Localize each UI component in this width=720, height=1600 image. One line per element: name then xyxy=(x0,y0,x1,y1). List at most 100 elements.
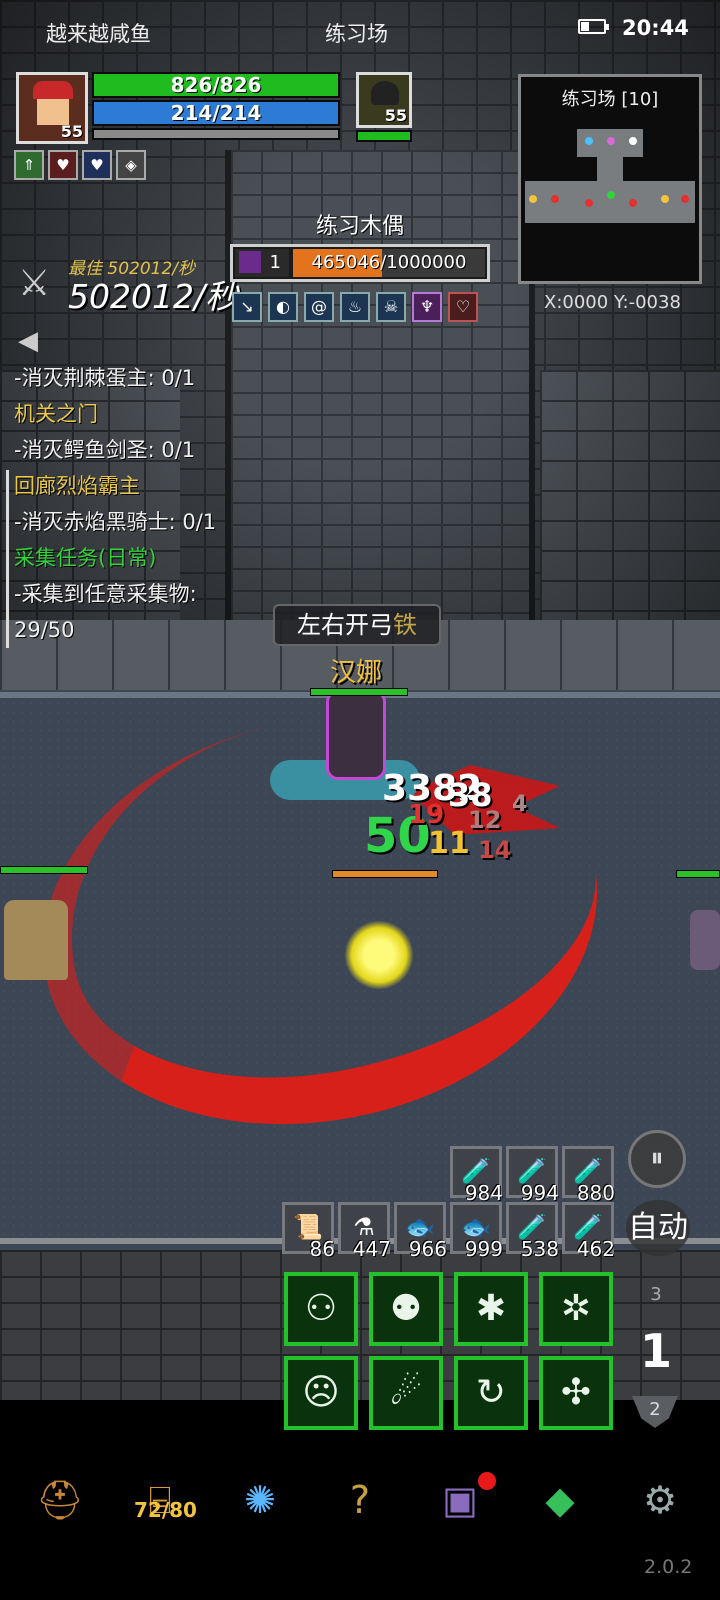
item-slot[interactable]: 🧪 984 xyxy=(450,1146,503,1205)
status-bar: 越来越咸鱼 练习场 20:44 xyxy=(0,0,720,62)
damage-number: 14 xyxy=(478,836,512,864)
swirl-skill-icon: ↻ xyxy=(475,1372,507,1413)
demon-mark-icon[interactable]: ♆ xyxy=(412,292,442,322)
skill-page-up[interactable]: 3 xyxy=(636,1284,676,1305)
item-slot[interactable]: 🧪 538 xyxy=(506,1202,559,1261)
demon-face-skill-button[interactable]: ☹ xyxy=(284,1356,358,1430)
quest-objective[interactable]: -采集到任意采集物: xyxy=(14,576,244,612)
equipment-helmet-icon[interactable]: ⛑ xyxy=(30,1470,90,1530)
minimap[interactable]: 练习场 [10] xyxy=(518,74,702,284)
item-count: 966 xyxy=(408,1237,447,1261)
pet-portrait[interactable]: 55 xyxy=(356,72,412,128)
item-slot[interactable]: 🧪 462 xyxy=(562,1202,615,1261)
skill-page-current: 1 xyxy=(639,1324,672,1378)
collapse-quests-icon[interactable]: ◀ xyxy=(18,326,38,356)
target-hp-bar: 465046/1000000 xyxy=(293,249,485,277)
skill-banner: 左右开弓铁 xyxy=(273,604,441,646)
settings-gear-icon[interactable]: ⚙ xyxy=(630,1470,690,1530)
clock: 20:44 xyxy=(622,16,689,40)
dummy-hp-bar-left xyxy=(0,866,88,874)
player-guild-label: 越来越咸鱼 xyxy=(46,22,151,46)
coordinates: X:0000 Y:-0038 xyxy=(544,292,681,313)
wind-rush-skill-icon: ☄ xyxy=(389,1372,423,1413)
bag-count: 72/80 xyxy=(134,1498,197,1522)
item-count: 538 xyxy=(520,1237,559,1261)
item-slot[interactable]: 🐟 966 xyxy=(394,1202,447,1261)
beetle-skill-button[interactable]: ✱ xyxy=(454,1272,528,1346)
quest-objective[interactable]: -消灭赤焰黑骑士: 0/1 xyxy=(14,504,244,540)
vortex-icon[interactable]: @ xyxy=(304,292,334,322)
quest-help-icon[interactable]: ? xyxy=(330,1470,390,1530)
item-count: 462 xyxy=(576,1237,615,1261)
item-slot[interactable]: 📜 86 xyxy=(282,1202,335,1261)
wing-icon[interactable]: ♡ xyxy=(448,292,478,322)
bug-claw-skill-button[interactable]: ✣ xyxy=(539,1356,613,1430)
flame-icon[interactable]: ♨ xyxy=(340,292,370,322)
wind-rush-skill-button[interactable]: ☄ xyxy=(369,1356,443,1430)
sword-debuff-icon[interactable]: ↘ xyxy=(232,292,262,322)
damage-number: 4 xyxy=(512,792,528,817)
skull-icon[interactable]: ☠ xyxy=(376,292,406,322)
summon-twins-skill-icon: ⚇ xyxy=(304,1288,338,1329)
character-name: 汉娜 xyxy=(330,658,383,688)
item-slot[interactable]: 🐟 999 xyxy=(450,1202,503,1261)
player-level: 55 xyxy=(60,122,83,141)
quest-title[interactable]: 机关之门 xyxy=(14,396,244,432)
heart-up-buff-icon[interactable]: ♥ xyxy=(48,150,78,180)
quest-title[interactable]: 回廊烈焰霸主 xyxy=(14,468,244,504)
quest-tracker[interactable]: -消灭荆棘蛋主: 0/1 机关之门 -消灭鳄鱼剑圣: 0/1 回廊烈焰霸主 -消灭赤焰黑… xyxy=(14,360,244,648)
target-level: 1 xyxy=(235,249,289,277)
diamond-icon[interactable]: ◆ xyxy=(530,1470,590,1530)
quest-objective[interactable]: -消灭荆棘蛋主: 0/1 xyxy=(14,360,244,396)
item-slot[interactable]: 🧪 880 xyxy=(562,1146,615,1205)
battery-icon xyxy=(578,19,609,34)
crab-skill-icon: ⚉ xyxy=(389,1288,423,1329)
skill-page-down[interactable]: 2 xyxy=(632,1396,678,1428)
beetle-skill-icon: ✱ xyxy=(475,1288,507,1329)
item-count: 447 xyxy=(352,1237,391,1261)
target-overhead-hp xyxy=(332,870,438,878)
player-xp-bar xyxy=(92,128,340,140)
crab-skill-button[interactable]: ⚉ xyxy=(369,1272,443,1346)
quest-objective[interactable]: 29/50 xyxy=(14,612,244,648)
item-slot[interactable]: 🧪 994 xyxy=(506,1146,559,1205)
pet-level: 55 xyxy=(384,106,407,125)
shield-break-icon[interactable]: ◐ xyxy=(268,292,298,322)
target-frame[interactable]: 1 465046/1000000 xyxy=(230,244,490,282)
item-count: 86 xyxy=(309,1237,335,1261)
pause-button[interactable]: ⏸ xyxy=(628,1130,686,1188)
minimap-title: 练习场 [10] xyxy=(561,89,659,110)
item-slot[interactable]: ⚗ 447 xyxy=(338,1202,391,1261)
notification-dot xyxy=(478,1472,496,1490)
skill-gem-icon[interactable]: ✺ xyxy=(230,1470,290,1530)
damage-number: 11 xyxy=(428,826,470,861)
red-hat-icon xyxy=(33,81,73,99)
player-hp-bar: 826/826 xyxy=(92,72,340,98)
shield-up-buff-icon[interactable]: ◈ xyxy=(116,150,146,180)
demon-icon xyxy=(239,251,261,273)
summon-twins-skill-button[interactable]: ⚇ xyxy=(284,1272,358,1346)
location-label: 练习场 xyxy=(325,22,388,46)
quest-objective[interactable]: -消灭鳄鱼剑圣: 0/1 xyxy=(14,432,244,468)
damage-number: 19 xyxy=(408,800,445,830)
spider-skill-button[interactable]: ✲ xyxy=(539,1272,613,1346)
arrow-up-buff-icon[interactable]: ⇑ xyxy=(14,150,44,180)
damage-number: 12 xyxy=(468,806,502,834)
player-character[interactable] xyxy=(326,690,386,780)
demon-face-skill-icon: ☹ xyxy=(302,1372,340,1413)
dps-current: 502012/秒 xyxy=(68,277,239,316)
dummy-hp-bar-right xyxy=(676,870,720,878)
training-dummy-left[interactable] xyxy=(4,900,68,980)
bug-claw-skill-icon: ✣ xyxy=(560,1372,592,1413)
swirl-skill-button[interactable]: ↻ xyxy=(454,1356,528,1430)
crossed-swords-icon: ⚔ xyxy=(18,263,51,304)
auto-button[interactable]: 自动 xyxy=(626,1200,690,1256)
mana-up-buff-icon[interactable]: ♥ xyxy=(82,150,112,180)
player-overhead-hp xyxy=(310,688,408,696)
training-dummy-right[interactable] xyxy=(690,910,720,970)
player-marker xyxy=(607,191,615,199)
hit-spark xyxy=(344,920,414,990)
player-mp-bar: 214/214 xyxy=(92,100,340,126)
quest-title[interactable]: 采集任务(日常) xyxy=(14,540,244,576)
player-portrait[interactable]: 55 xyxy=(16,72,88,144)
